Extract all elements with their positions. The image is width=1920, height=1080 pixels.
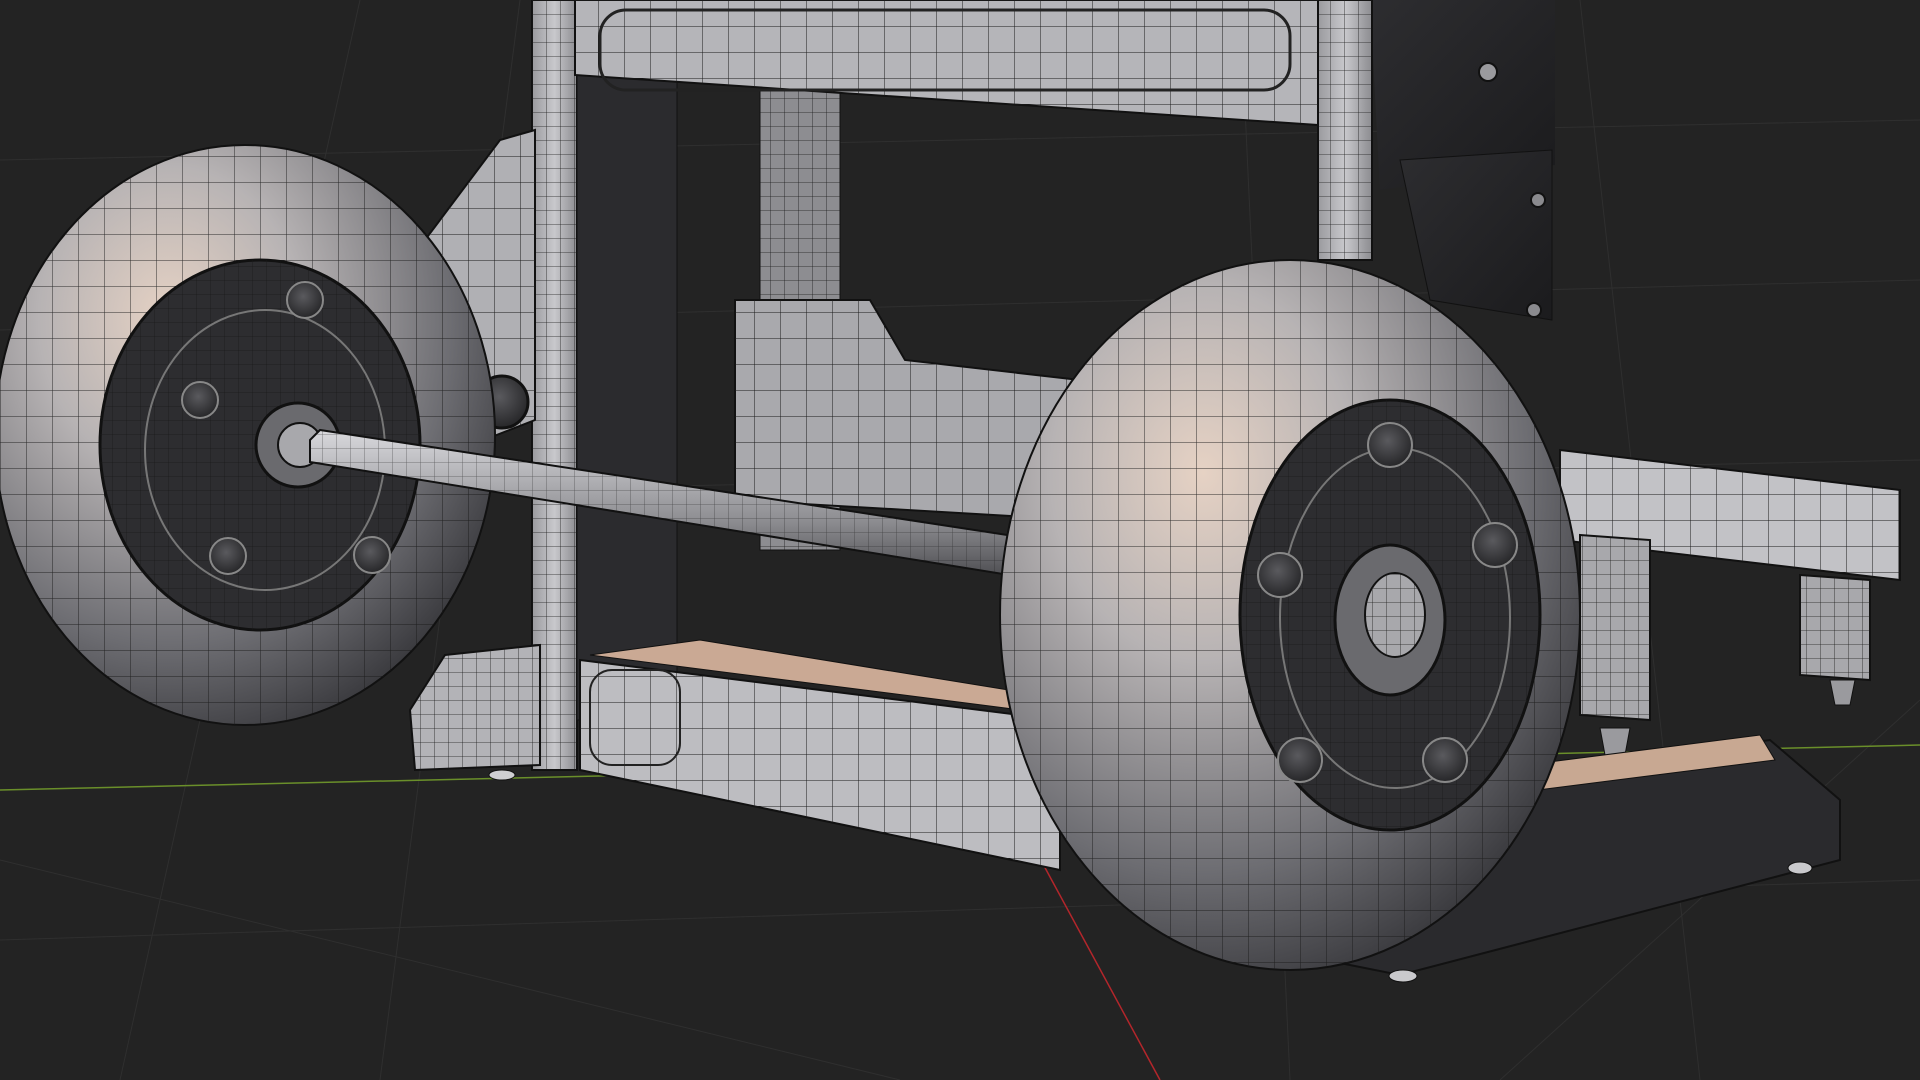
lug-nut-icon: [181, 381, 219, 419]
base-foot-left: [408, 643, 541, 781]
lug-nut-icon: [1472, 522, 1518, 568]
base-frame-right: [1559, 448, 1901, 756]
wheel-left: [0, 144, 496, 726]
lug-nut-icon: [209, 537, 247, 575]
lug-nut-icon: [1367, 422, 1413, 468]
bottom-crossbar: [579, 639, 1071, 872]
3d-viewport[interactable]: [0, 0, 1920, 1080]
lug-nut-icon: [1277, 737, 1323, 783]
rear-plate: [1370, 0, 1555, 321]
wheel-right: [999, 259, 1581, 971]
viewport-scene[interactable]: [0, 0, 1920, 1080]
lug-nut-icon: [1422, 737, 1468, 783]
lug-nut-icon: [286, 281, 324, 319]
top-crossbar: [574, 0, 1319, 127]
lug-nut-icon: [1257, 552, 1303, 598]
lug-nut-icon: [353, 536, 391, 574]
